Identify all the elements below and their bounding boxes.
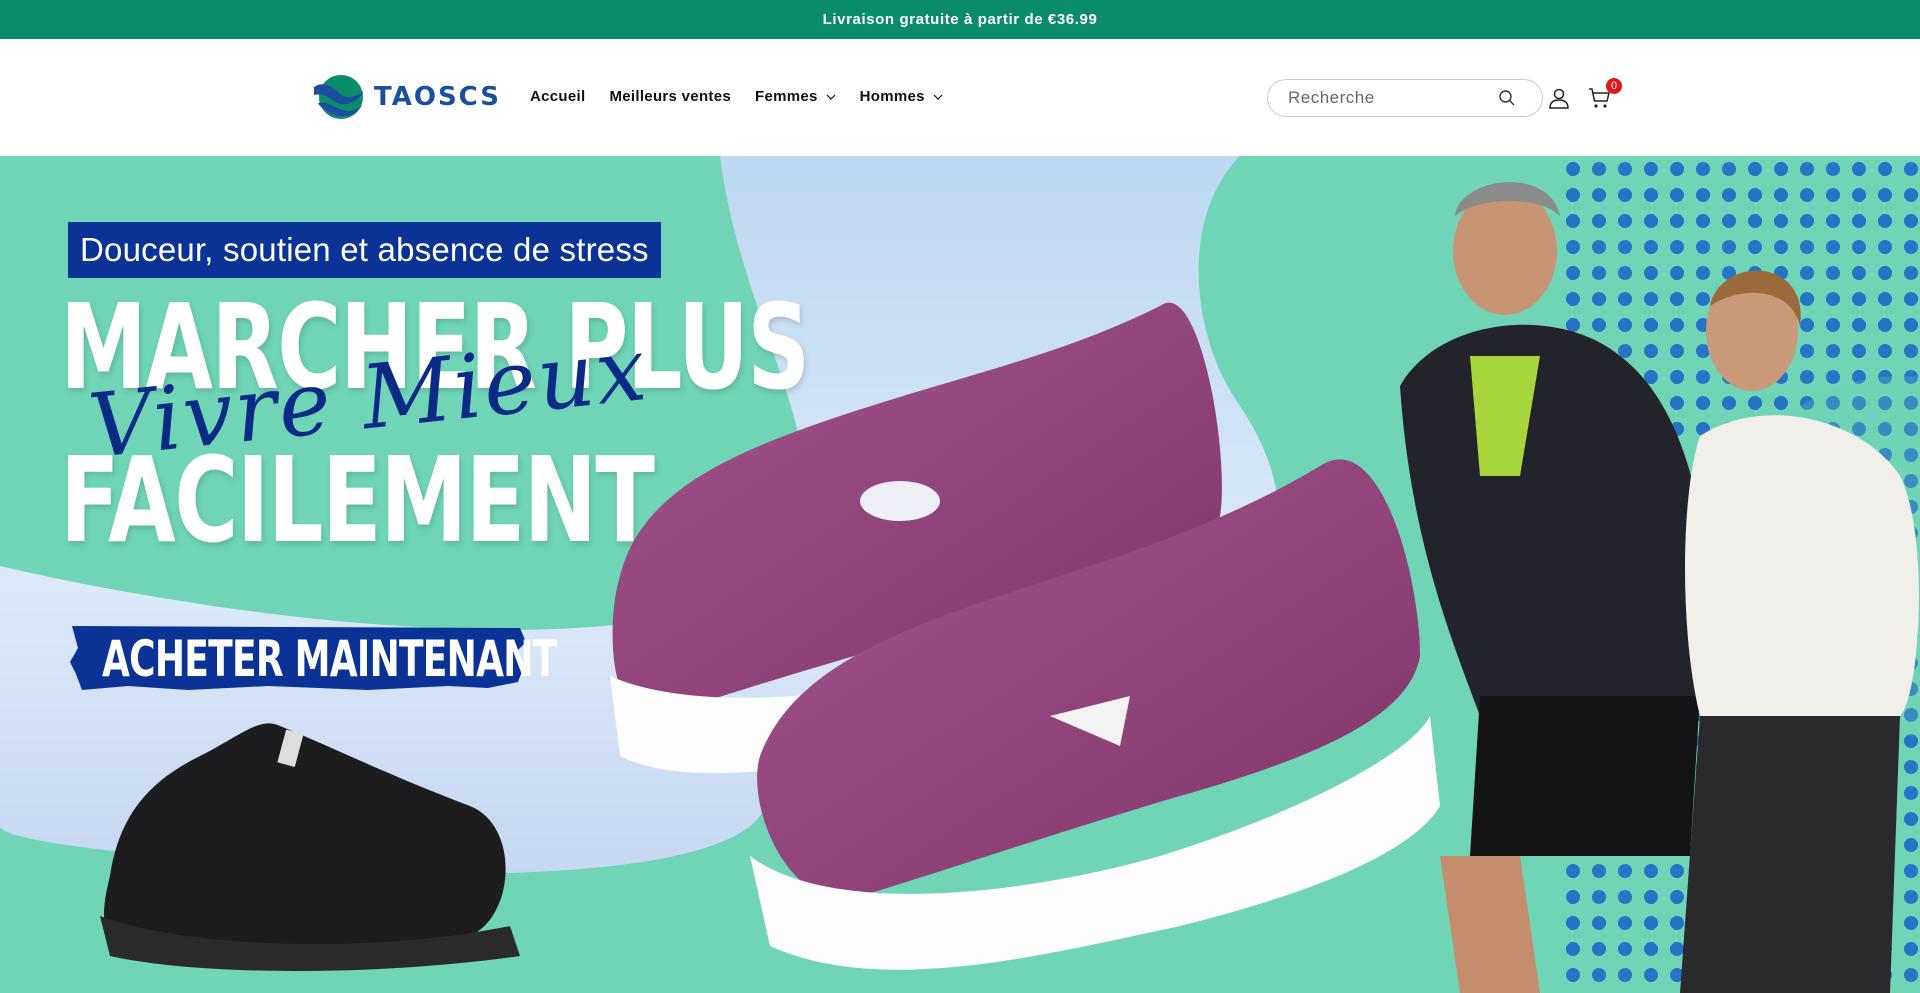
- account-button[interactable]: [1545, 84, 1573, 112]
- nav-item-label: Accueil: [530, 88, 586, 105]
- main-nav: Accueil Meilleurs ventes Femmes Hommes: [530, 88, 943, 105]
- announcement-bar: Livraison gratuite à partir de €36.99: [0, 0, 1920, 39]
- shop-now-button[interactable]: ACHETER MAINTENANT: [68, 622, 557, 692]
- hero-banner[interactable]: Douceur, soutien et absence de stress MA…: [0, 156, 1920, 993]
- logo-text: TAOSCS: [374, 82, 501, 112]
- search-box: [1267, 79, 1543, 117]
- chevron-down-icon: [826, 94, 836, 100]
- search-icon[interactable]: [1498, 89, 1516, 107]
- announcement-text: Livraison gratuite à partir de €36.99: [822, 11, 1098, 28]
- chevron-down-icon: [933, 94, 943, 100]
- nav-item-label: Meilleurs ventes: [609, 88, 731, 105]
- logo[interactable]: TAOSCS: [312, 73, 501, 121]
- hero-tagline: Douceur, soutien et absence de stress: [68, 222, 661, 278]
- cart-count-badge: 0: [1606, 78, 1622, 94]
- nav-item-accueil[interactable]: Accueil: [530, 88, 585, 105]
- nav-item-hommes[interactable]: Hommes: [860, 88, 943, 105]
- nav-item-femmes[interactable]: Femmes: [755, 88, 836, 105]
- site-header: TAOSCS Accueil Meilleurs ventes Femmes H…: [0, 39, 1920, 156]
- logo-icon: [314, 75, 364, 119]
- shop-now-label: ACHETER MAINTENANT: [102, 630, 557, 688]
- nav-item-label: Hommes: [859, 88, 925, 105]
- nav-item-label: Femmes: [755, 88, 818, 105]
- search-input[interactable]: [1288, 88, 1498, 108]
- nav-item-meilleurs-ventes[interactable]: Meilleurs ventes: [609, 88, 731, 105]
- user-icon: [1549, 88, 1569, 109]
